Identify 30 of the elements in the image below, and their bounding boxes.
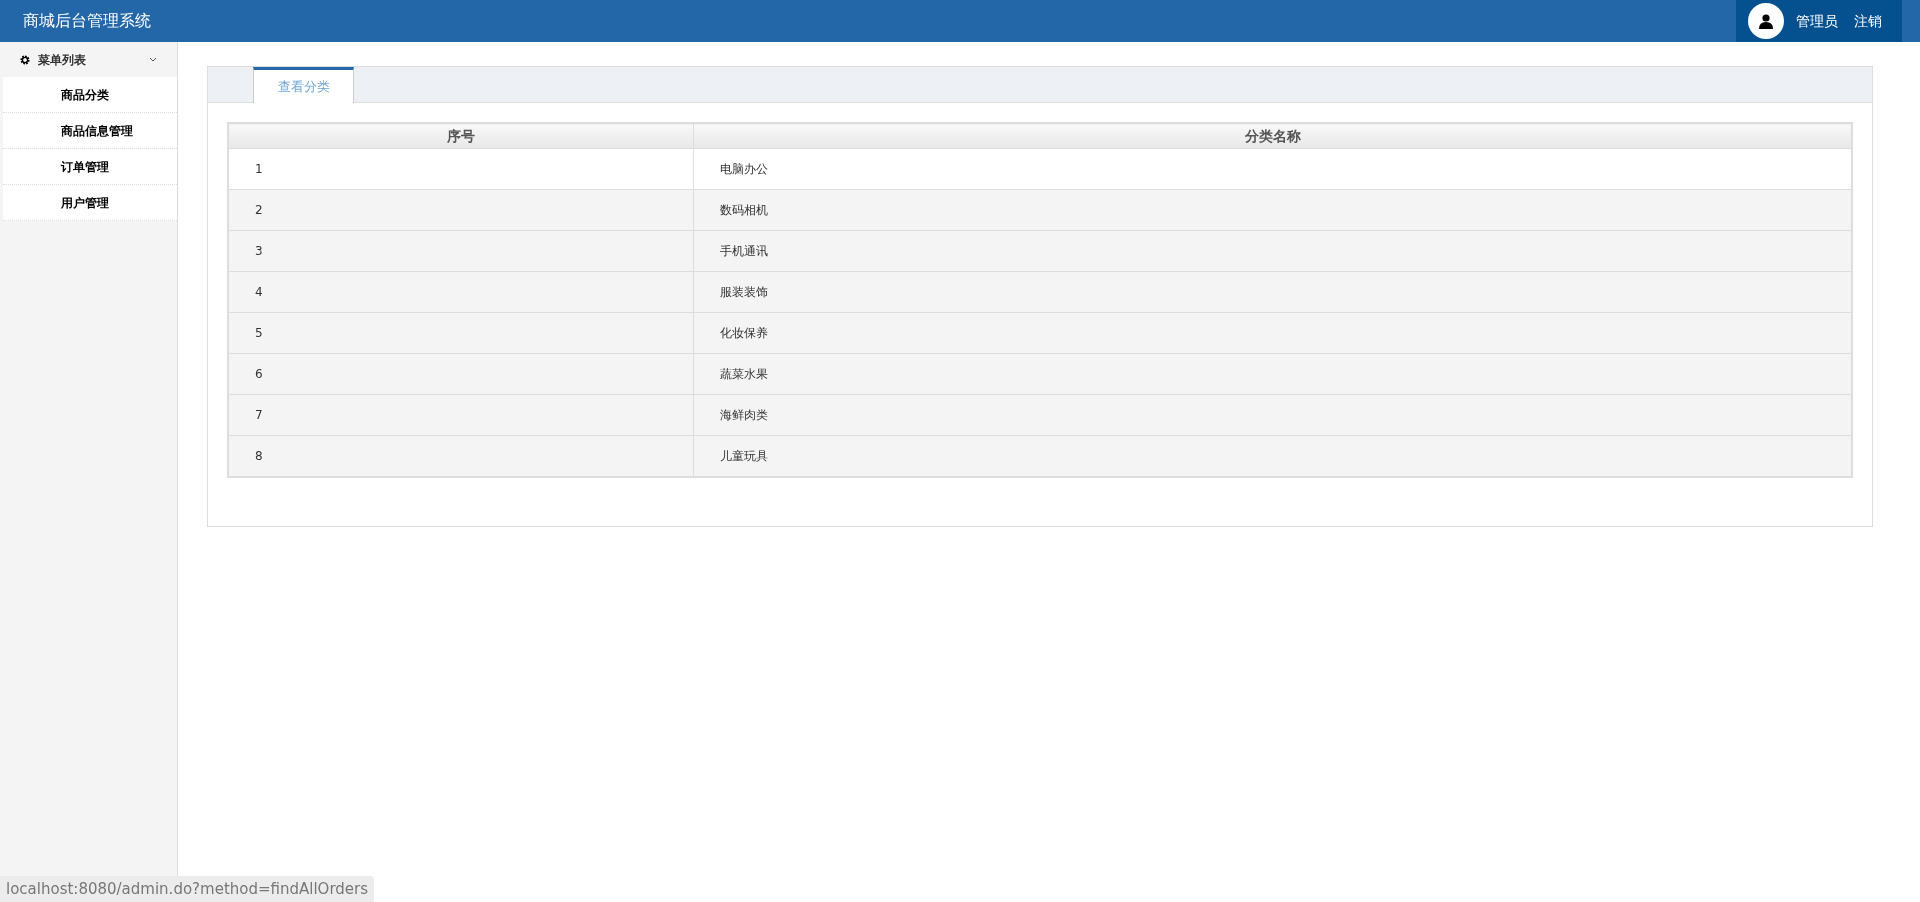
- menu-item[interactable]: 商品分类: [3, 77, 177, 113]
- menu-item[interactable]: 用户管理: [3, 185, 177, 221]
- table-cell: 1: [228, 148, 694, 190]
- menu-title: 菜单列表: [38, 51, 87, 69]
- status-url: localhost:8080/admin.do?method=findAllOrders: [0, 875, 375, 902]
- menu-item[interactable]: 订单管理: [3, 149, 177, 185]
- table-cell: 7: [228, 394, 694, 436]
- table-cell: 8: [228, 435, 694, 477]
- table-cell: 4: [228, 271, 694, 313]
- logout-link[interactable]: 注销: [1854, 10, 1882, 32]
- table-cell: 儿童玩具: [693, 435, 1852, 477]
- table-cell: 6: [228, 353, 694, 395]
- app-title: 商城后台管理系统: [22, 10, 151, 32]
- table-cell: 5: [228, 312, 694, 354]
- table-cell: 服装装饰: [693, 271, 1852, 313]
- menu-item[interactable]: 商品信息管理: [3, 113, 177, 149]
- table-cell: 数码相机: [693, 189, 1852, 231]
- user-avatar-icon: [1748, 3, 1784, 39]
- table-cell: 手机通讯: [693, 230, 1852, 272]
- column-header: 分类名称: [693, 123, 1852, 149]
- table-cell: 化妆保养: [693, 312, 1852, 354]
- table-cell: 3: [228, 230, 694, 272]
- menu-header[interactable]: 菜单列表: [0, 42, 177, 77]
- column-header: 序号: [228, 123, 694, 149]
- table-cell: 电脑办公: [693, 148, 1852, 190]
- table-cell: 2: [228, 189, 694, 231]
- table-cell: 蔬菜水果: [693, 353, 1852, 395]
- user-link[interactable]: 管理员: [1796, 10, 1838, 32]
- table-cell: 海鲜肉类: [693, 394, 1852, 436]
- gear-icon: [20, 54, 30, 65]
